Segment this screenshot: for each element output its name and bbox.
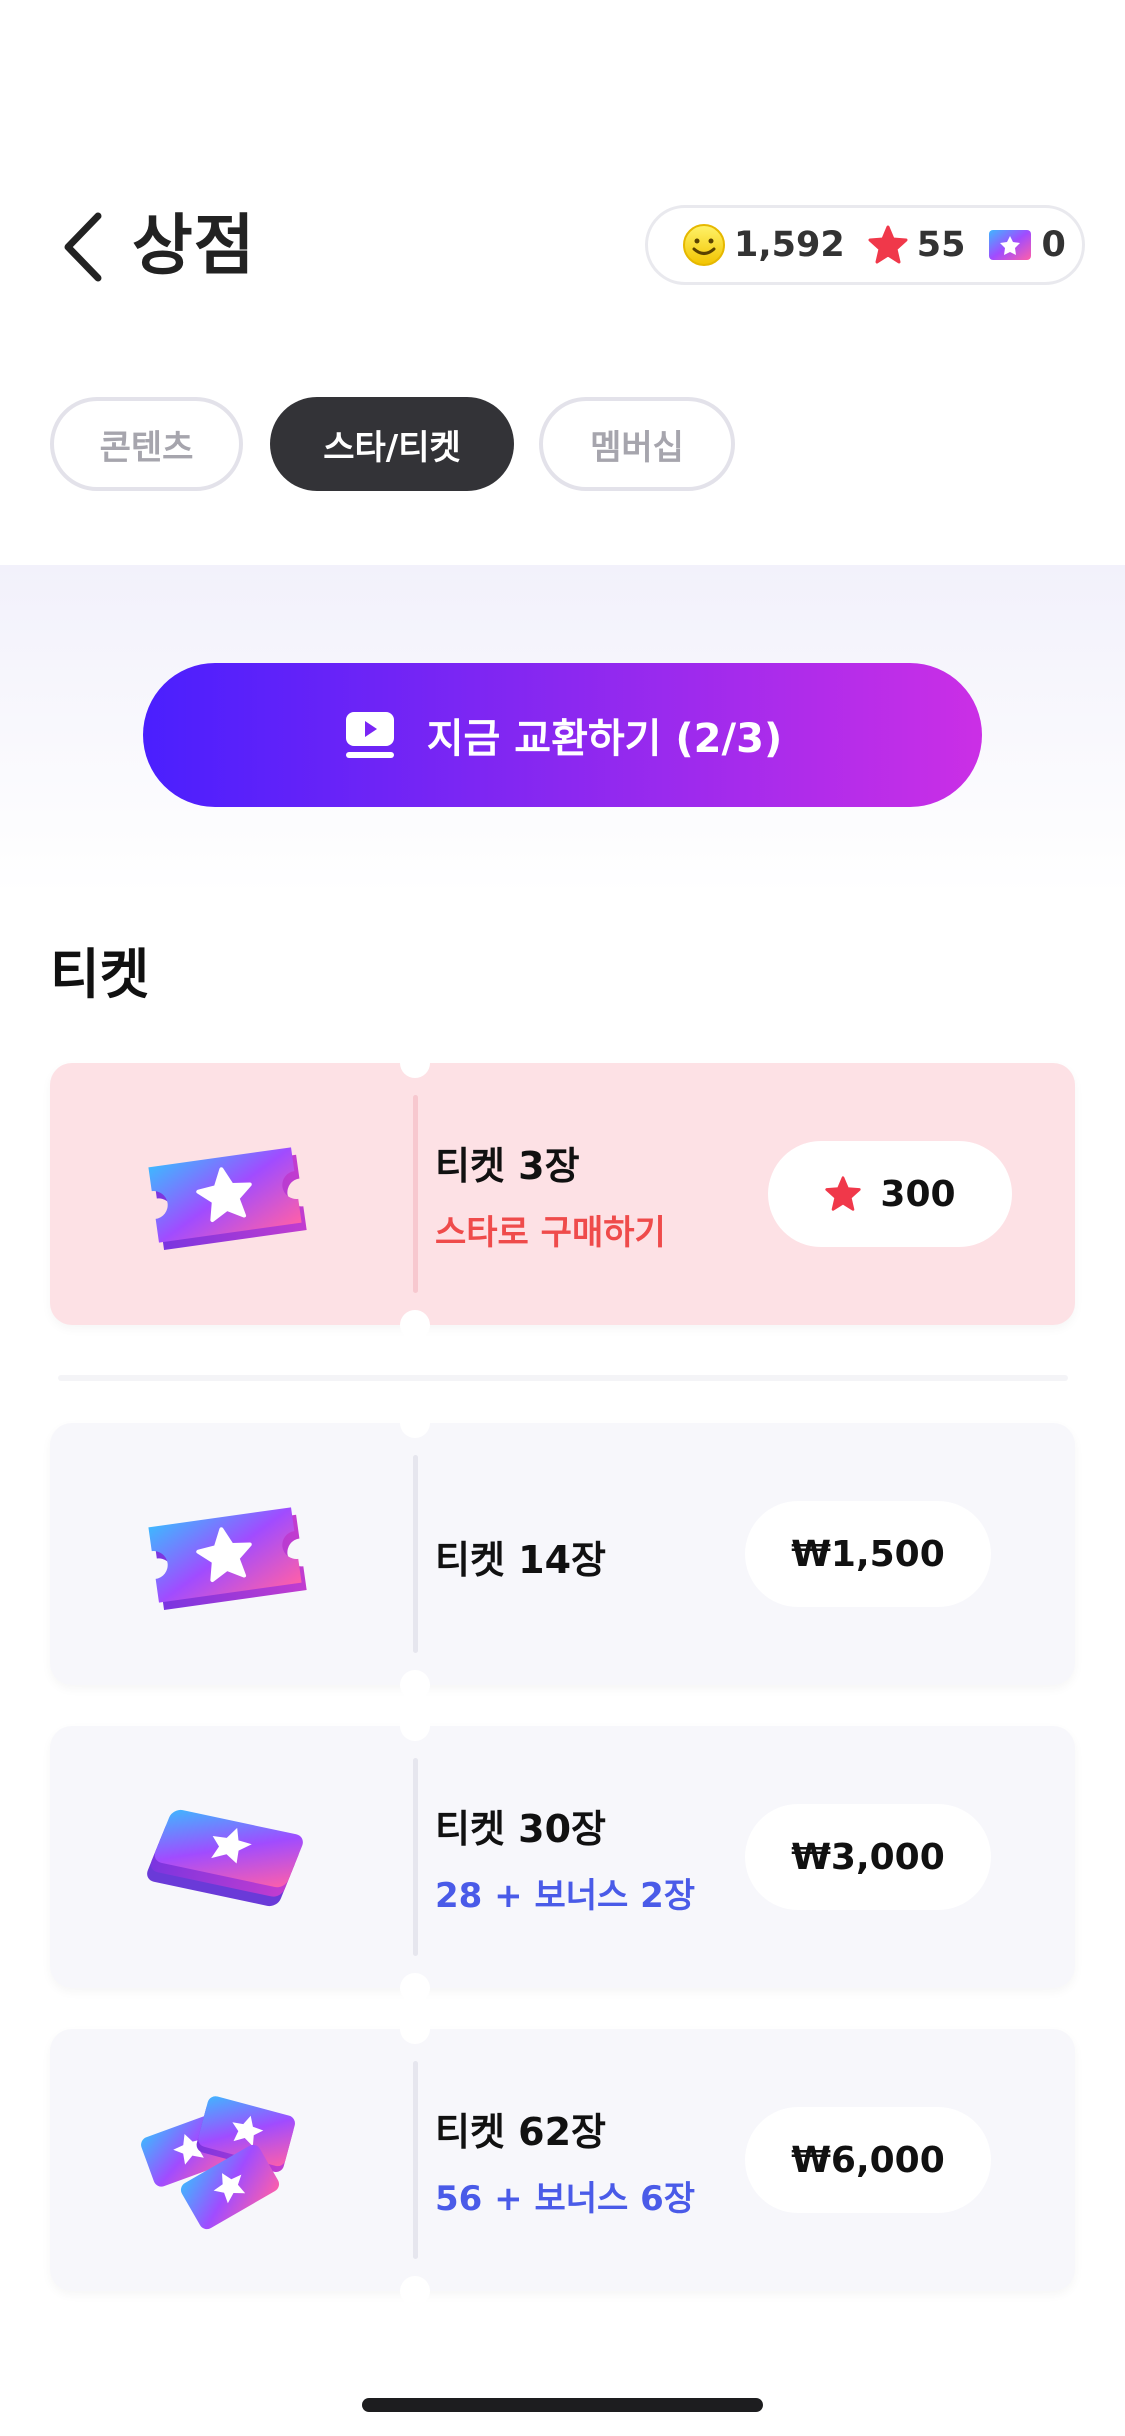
ticket-name: 티켓 62장 (435, 2110, 606, 2154)
price-button[interactable]: ₩3,000 (745, 1804, 991, 1910)
tab-star-ticket[interactable]: 스타/티켓 (270, 397, 514, 491)
price-label: ₩1,500 (791, 1533, 945, 1575)
tab-membership[interactable]: 멤버십 (539, 397, 735, 491)
ticket-card-62[interactable]: 티켓 62장 56 + 보너스 6장 ₩6,000 (50, 2014, 1075, 2306)
page-title: 상점 (132, 207, 256, 284)
section-title-tickets: 티켓 (50, 943, 150, 1006)
ticket-icon (148, 1147, 307, 1251)
smiley-coin-icon (683, 224, 725, 266)
price-label: ₩6,000 (791, 2139, 945, 2181)
ticket-balance-value: 0 (1041, 225, 1066, 265)
ticket-bonus: 56 + 보너스 6장 (435, 2179, 696, 2219)
chevron-left-icon (64, 212, 102, 282)
tab-contents[interactable]: 콘텐츠 (50, 397, 243, 491)
home-indicator[interactable] (362, 2398, 763, 2412)
ticket-balance: 0 (987, 225, 1066, 265)
ticket-card-14[interactable]: 티켓 14장 ₩1,500 (50, 1408, 1075, 1700)
star-icon (825, 1176, 862, 1211)
star-balance: 55 (867, 224, 966, 266)
ticket-bonus: 28 + 보너스 2장 (435, 1876, 696, 1916)
coin-balance: 1,592 (682, 223, 845, 267)
ticket-name: 티켓 30장 (435, 1807, 606, 1851)
price-label: 300 (880, 1173, 956, 1215)
coin-balance-value: 1,592 (734, 225, 845, 265)
ticket-subtitle: 스타로 구매하기 (435, 1213, 666, 1253)
star-balance-value: 55 (916, 225, 966, 265)
balance-bar[interactable]: 1,592 55 0 (645, 205, 1085, 285)
ticket-card-30[interactable]: 티켓 30장 28 + 보너스 2장 ₩3,000 (50, 1711, 1075, 2003)
back-button[interactable] (60, 210, 104, 284)
ticket-name: 티켓 3장 (435, 1144, 580, 1188)
ticket-stack-icon (147, 1809, 303, 1907)
play-screen-icon (345, 712, 394, 758)
ticket-card-3[interactable]: 티켓 3장 스타로 구매하기 300 (50, 1048, 1075, 1340)
ticket-pile-icon (141, 2096, 295, 2230)
ticket-icon (148, 1507, 307, 1611)
ticket-icon (989, 230, 1032, 260)
price-button[interactable]: ₩6,000 (745, 2107, 991, 2213)
star-icon (868, 225, 908, 264)
price-button[interactable]: ₩1,500 (745, 1501, 991, 1607)
divider (58, 1375, 1068, 1381)
ticket-name: 티켓 14장 (435, 1538, 606, 1582)
exchange-now-button[interactable]: 지금 교환하기 (2/3) (143, 663, 982, 807)
exchange-now-label: 지금 교환하기 (2/3) (426, 716, 783, 762)
price-label: ₩3,000 (791, 1836, 945, 1878)
price-button[interactable]: 300 (768, 1141, 1012, 1247)
